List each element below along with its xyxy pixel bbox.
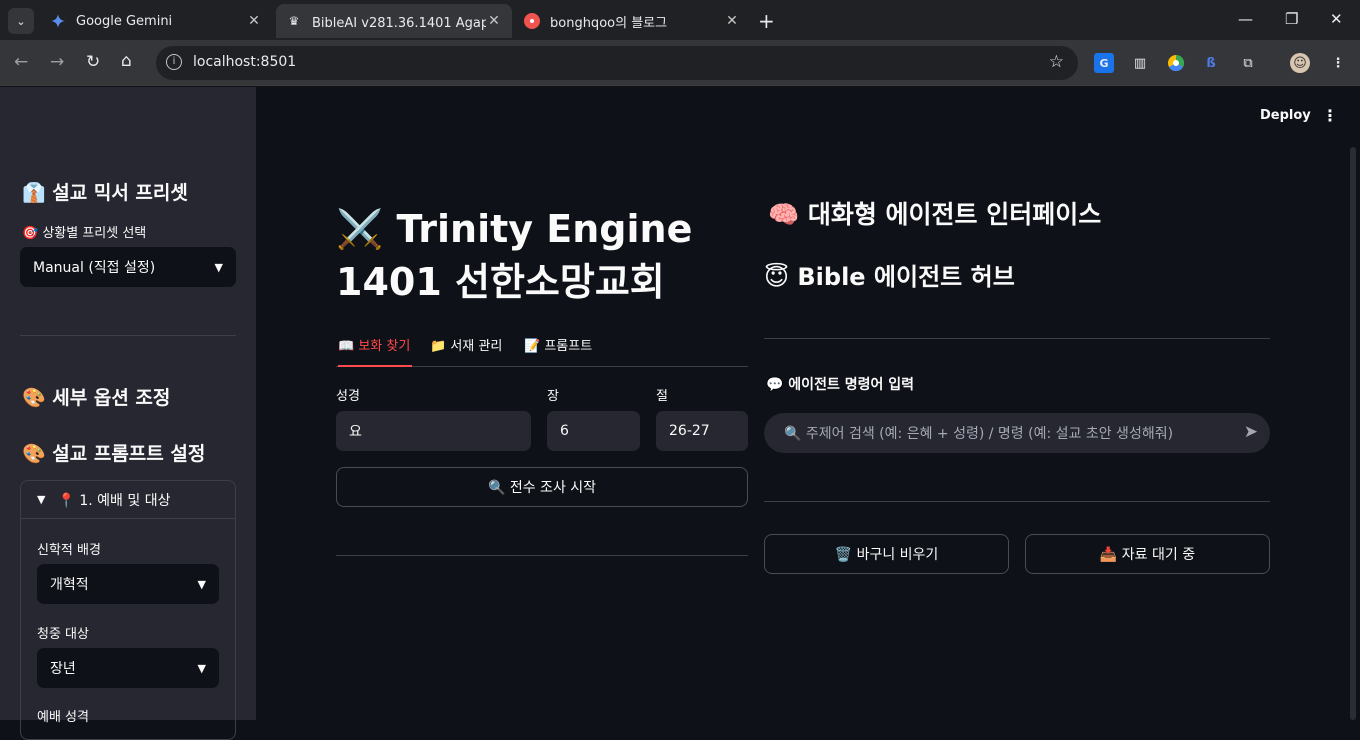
full-search-button[interactable]: 🔍 전수 조사 시작 — [336, 467, 748, 507]
tab-prompt[interactable]: 📝 프롬프트 — [524, 335, 592, 367]
preset-select[interactable]: Manual (직접 설정) ▼ — [20, 247, 236, 287]
preset-header: 👔 설교 믹서 프리셋 — [22, 182, 188, 204]
theology-label: 신학적 배경 — [37, 543, 101, 558]
b-extension-icon[interactable]: ß — [1201, 53, 1221, 73]
browser-tab-bar: ⌄ Google Gemini ✕ ♛ BibleAI v281.36.1401… — [0, 0, 1360, 40]
deploy-button[interactable]: Deploy — [1260, 108, 1311, 123]
close-icon[interactable]: ✕ — [246, 13, 262, 29]
sidebar: 👔 설교 믹서 프리셋 🎯 상황별 프리셋 선택 Manual (직접 설정) … — [0, 87, 256, 740]
divider — [20, 335, 236, 336]
bookmark-star-icon[interactable]: ☆ — [1049, 52, 1064, 72]
crown-icon: ♛ — [288, 14, 300, 28]
clear-basket-button[interactable]: 🗑️ 바구니 비우기 — [764, 534, 1009, 574]
agent-command-input[interactable]: 🔍 주제어 검색 (예: 은혜 + 성령) / 명령 (예: 설교 초안 생성해… — [764, 413, 1270, 453]
divider — [336, 555, 748, 556]
divider — [764, 501, 1270, 502]
tab-search-button[interactable]: ⌄ — [8, 8, 34, 34]
verse-label: 절 — [656, 389, 668, 404]
restore-icon[interactable]: ❐ — [1285, 10, 1298, 28]
new-tab-icon[interactable]: + — [758, 9, 775, 33]
tab-title: bonghqoo의 블로그 — [550, 15, 668, 31]
window-close-icon[interactable]: ✕ — [1330, 10, 1343, 28]
tab-library[interactable]: 📁 서재 관리 — [430, 335, 502, 367]
preset-select-value: Manual (직접 설정) — [33, 260, 156, 276]
chevron-down-icon: ▼ — [197, 577, 206, 591]
app-menu-icon[interactable]: ⋮ — [1322, 106, 1338, 125]
home-icon[interactable]: ⌂ — [121, 51, 132, 71]
chevron-down-icon: ▼ — [37, 493, 46, 506]
tab-title: BibleAI v281.36.1401 Agape 선 — [312, 15, 486, 31]
address-bar[interactable]: i localhost:8501 ☆ — [156, 46, 1078, 80]
detail-options-header: 🎨 세부 옵션 조정 — [22, 387, 171, 409]
minimize-icon[interactable]: — — [1238, 10, 1253, 28]
chrome-extension-icon[interactable] — [1166, 53, 1186, 73]
worship-type-label: 예배 성격 — [37, 710, 89, 725]
preset-label: 🎯 상황별 프리셋 선택 — [22, 226, 147, 241]
expander-header[interactable]: ▼ 📍 1. 예배 및 대상 — [21, 481, 235, 519]
reload-icon[interactable]: ↻ — [86, 52, 100, 72]
chevron-down-icon: ▼ — [197, 661, 206, 675]
tab-title: Google Gemini — [76, 13, 173, 29]
close-icon[interactable]: ✕ — [486, 13, 502, 29]
page-title: ⚔️ Trinity Engine 1401 선한소망교회 — [336, 203, 692, 309]
book-label: 성경 — [336, 389, 360, 404]
chapter-label: 장 — [547, 389, 559, 404]
url-text: localhost:8501 — [193, 54, 297, 70]
gemini-icon — [50, 13, 66, 29]
forward-arrow-icon[interactable]: → — [50, 52, 64, 72]
audience-select-value: 장년 — [50, 661, 76, 677]
expander-title: 📍 1. 예배 및 대상 — [57, 492, 171, 509]
translate-extension-icon[interactable]: G — [1094, 53, 1114, 73]
data-waiting-button[interactable]: 📥 자료 대기 중 — [1025, 534, 1270, 574]
worship-audience-expander: ▼ 📍 1. 예배 및 대상 신학적 배경 개혁적 ▼ 청중 대상 장년 ▼ 예… — [20, 480, 236, 740]
main-content: Deploy ⋮ ⚔️ Trinity Engine 1401 선한소망교회 📖… — [256, 87, 1360, 720]
theology-select-value: 개혁적 — [50, 577, 89, 593]
chevron-down-icon: ⌄ — [16, 14, 26, 28]
reading-list-icon[interactable]: ▥ — [1130, 53, 1150, 73]
close-icon[interactable]: ✕ — [724, 13, 740, 29]
page-title-line1: ⚔️ Trinity Engine — [336, 207, 693, 251]
send-icon[interactable]: ➤ — [1244, 422, 1258, 442]
browser-menu-icon[interactable]: ⋮ — [1328, 53, 1348, 73]
audience-select[interactable]: 장년 ▼ — [37, 648, 219, 688]
theology-select[interactable]: 개혁적 ▼ — [37, 564, 219, 604]
extensions-puzzle-icon[interactable]: ⧉ — [1238, 53, 1258, 73]
audience-label: 청중 대상 — [37, 627, 89, 642]
chapter-input[interactable]: 6 — [547, 411, 640, 451]
command-label: 💬 에이전트 명령어 입력 — [766, 377, 914, 393]
sermon-prompt-header: 🎨 설교 프롬프트 설정 — [22, 443, 206, 465]
verse-input[interactable]: 26-27 — [656, 411, 748, 451]
agent-interface-title: 🧠 대화형 에이전트 인터페이스 — [768, 200, 1102, 229]
section-tabs: 📖 보화 찾기 📁 서재 관리 📝 프롬프트 — [336, 335, 748, 367]
book-input[interactable]: 요 — [336, 411, 531, 451]
agent-hub-subtitle: 😇 Bible 에이전트 허브 — [764, 263, 1015, 291]
main-scrollbar[interactable] — [1350, 147, 1356, 720]
command-placeholder: 🔍 주제어 검색 (예: 은혜 + 성령) / 명령 (예: 설교 초안 생성해… — [784, 426, 1174, 442]
info-icon[interactable]: i — [166, 54, 182, 70]
tab-treasure-search[interactable]: 📖 보화 찾기 — [338, 335, 412, 367]
blog-icon — [524, 13, 540, 29]
tab-bibleai[interactable]: ♛ BibleAI v281.36.1401 Agape 선 ✕ — [276, 4, 512, 38]
chevron-down-icon: ▼ — [214, 260, 223, 274]
tab-gemini[interactable]: Google Gemini ✕ — [40, 4, 272, 38]
page-title-line2: 1401 선한소망교회 — [336, 260, 665, 304]
profile-avatar[interactable]: ☺ — [1290, 53, 1310, 73]
browser-toolbar: ← → ↻ ⌂ i localhost:8501 ☆ G ▥ ß ⧉ ☺ ⋮ — [0, 40, 1360, 86]
tab-blog[interactable]: bonghqoo의 블로그 ✕ — [514, 4, 750, 38]
back-arrow-icon[interactable]: ← — [14, 52, 28, 72]
divider — [764, 338, 1270, 339]
